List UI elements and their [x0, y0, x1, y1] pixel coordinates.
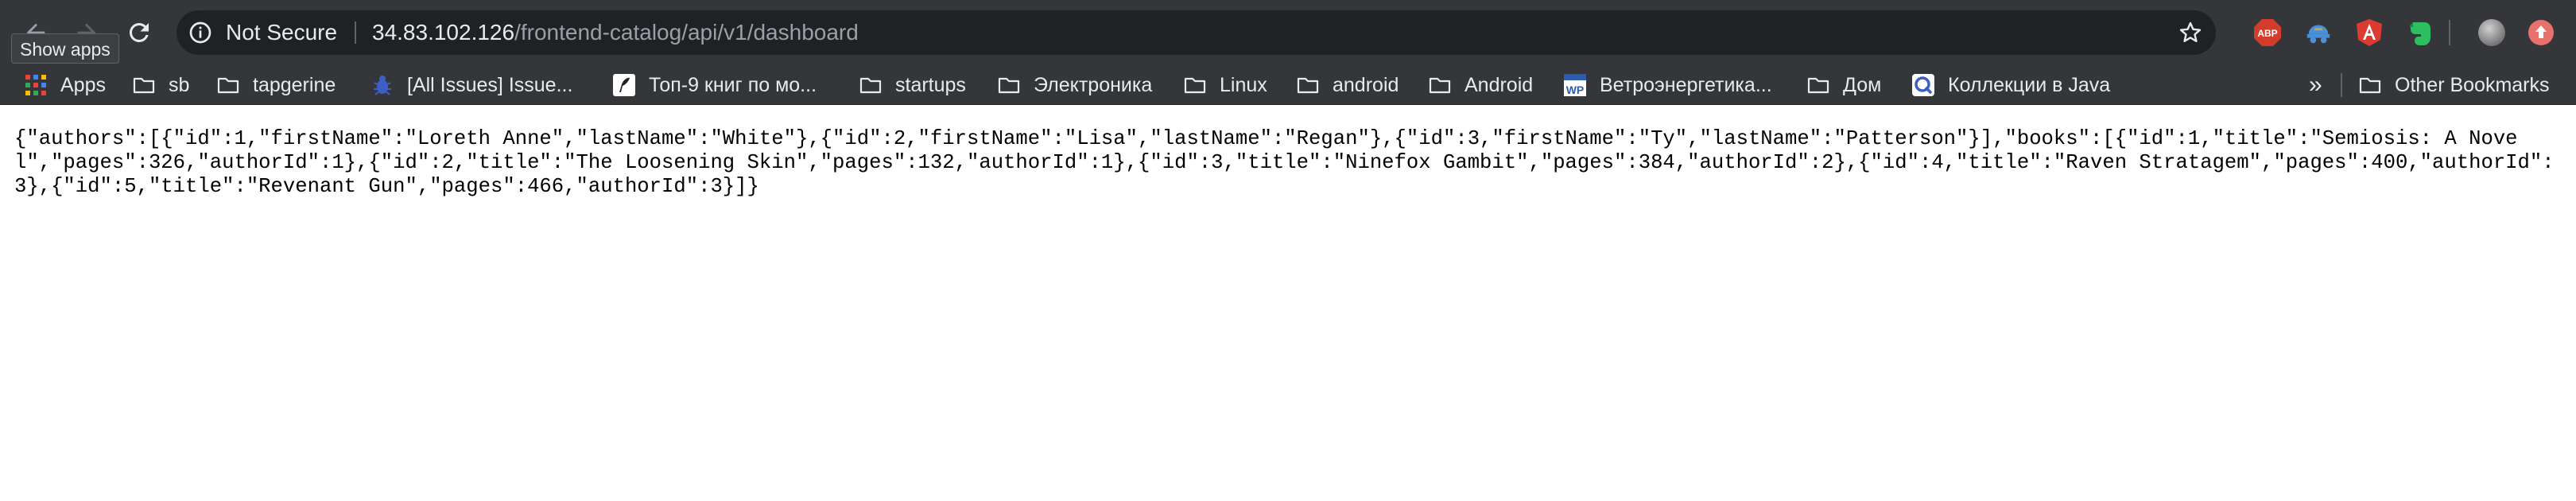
omnibox-divider — [355, 21, 356, 44]
bookmark-label: [All Issues] Issue... — [407, 73, 573, 96]
bookmark-top-9-books[interactable]: Топ-9 книг по мо... — [612, 65, 817, 105]
bookmark-folder-startups[interactable]: startups — [859, 65, 966, 105]
vpn-extension-icon[interactable] — [2304, 18, 2333, 47]
browser-toolbar: Not Secure 34.83.102.126/frontend-catalo… — [0, 0, 2576, 65]
other-bookmarks-label: Other Bookmarks — [2395, 73, 2550, 96]
folder-icon — [1429, 77, 1451, 94]
address-bar[interactable]: Not Secure 34.83.102.126/frontend-catalo… — [177, 10, 2216, 55]
reload-icon — [129, 22, 149, 42]
url-text[interactable]: 34.83.102.126/frontend-catalog/api/v1/da… — [372, 10, 859, 55]
bookmark-label: Коллекции в Java — [1948, 73, 2111, 96]
info-icon[interactable] — [188, 20, 213, 45]
evernote-icon[interactable] — [2406, 18, 2434, 47]
bookmark-folder-tapgerine[interactable]: tapgerine — [216, 65, 336, 105]
bookmarks-overflow-button[interactable]: » — [2309, 65, 2322, 105]
svg-text:WP: WP — [1566, 84, 1585, 96]
json-response-body: {"authors":[{"id":1,"firstName":"Loreth … — [14, 127, 2555, 198]
folder-icon — [133, 77, 155, 94]
apps-grid-icon — [25, 75, 46, 95]
bookmark-label: android — [1333, 73, 1399, 96]
folder-icon — [1297, 77, 1319, 94]
wp-icon: WP — [1564, 74, 1586, 96]
reload-button[interactable] — [121, 14, 157, 51]
bookmark-all-issues[interactable]: [All Issues] Issue... — [370, 65, 572, 105]
bug-icon — [374, 76, 391, 95]
toolbar-divider — [2449, 20, 2450, 45]
url-host: 34.83.102.126 — [372, 20, 515, 45]
bookmark-label: Топ-9 книг по мо... — [649, 73, 817, 96]
bookmark-folder-sb[interactable]: sb — [132, 65, 189, 105]
folder-icon — [1807, 77, 1829, 94]
adblock-plus-icon[interactable]: ABP — [2253, 18, 2282, 47]
bookmark-star-icon[interactable] — [2178, 20, 2203, 45]
bookmark-label: Android — [1465, 73, 1534, 96]
bookmark-folder-android[interactable]: Android — [1428, 65, 1533, 105]
bookmark-folder-electronics[interactable]: Электроника — [997, 65, 1152, 105]
bookmarks-divider — [2341, 73, 2342, 97]
folder-icon — [998, 77, 1020, 94]
svg-text:ABP: ABP — [2257, 28, 2277, 39]
pen-icon — [613, 74, 635, 96]
bookmark-label: Дом — [1843, 73, 1882, 96]
bookmark-label: Linux — [1220, 73, 1267, 96]
bookmark-apps[interactable]: Apps — [24, 65, 106, 105]
other-bookmarks[interactable]: Other Bookmarks — [2358, 65, 2550, 105]
bookmark-label: tapgerine — [253, 73, 336, 96]
q-icon — [1912, 74, 1934, 96]
bookmark-wind-energy[interactable]: WP Ветроэнергетика... — [1563, 65, 1772, 105]
bookmark-label: Apps — [60, 73, 106, 96]
bookmark-folder-android-lower[interactable]: android — [1296, 65, 1399, 105]
profile-avatar[interactable] — [2477, 18, 2506, 47]
update-icon[interactable] — [2527, 18, 2555, 47]
bookmark-java-collections[interactable]: Коллекции в Java — [1911, 65, 2110, 105]
folder-icon — [1184, 77, 1206, 94]
folder-icon — [217, 77, 239, 94]
bookmark-label: sb — [169, 73, 190, 96]
security-label: Not Secure — [226, 20, 338, 45]
url-path: /frontend-catalog/api/v1/dashboard — [514, 20, 859, 45]
bookmark-folder-home[interactable]: Дом — [1806, 65, 1881, 105]
bookmark-label: Ветроэнергетика... — [1600, 73, 1772, 96]
bookmarks-bar: Apps sb tapgerine [All Issues] Issue... … — [0, 65, 2576, 105]
angular-icon[interactable] — [2355, 18, 2384, 47]
bookmark-label: Электроника — [1034, 73, 1153, 96]
show-apps-tooltip: Show apps — [11, 33, 119, 64]
folder-icon — [859, 77, 882, 94]
bookmark-label: startups — [895, 73, 966, 96]
folder-icon — [2359, 77, 2381, 94]
bookmark-folder-linux[interactable]: Linux — [1183, 65, 1267, 105]
